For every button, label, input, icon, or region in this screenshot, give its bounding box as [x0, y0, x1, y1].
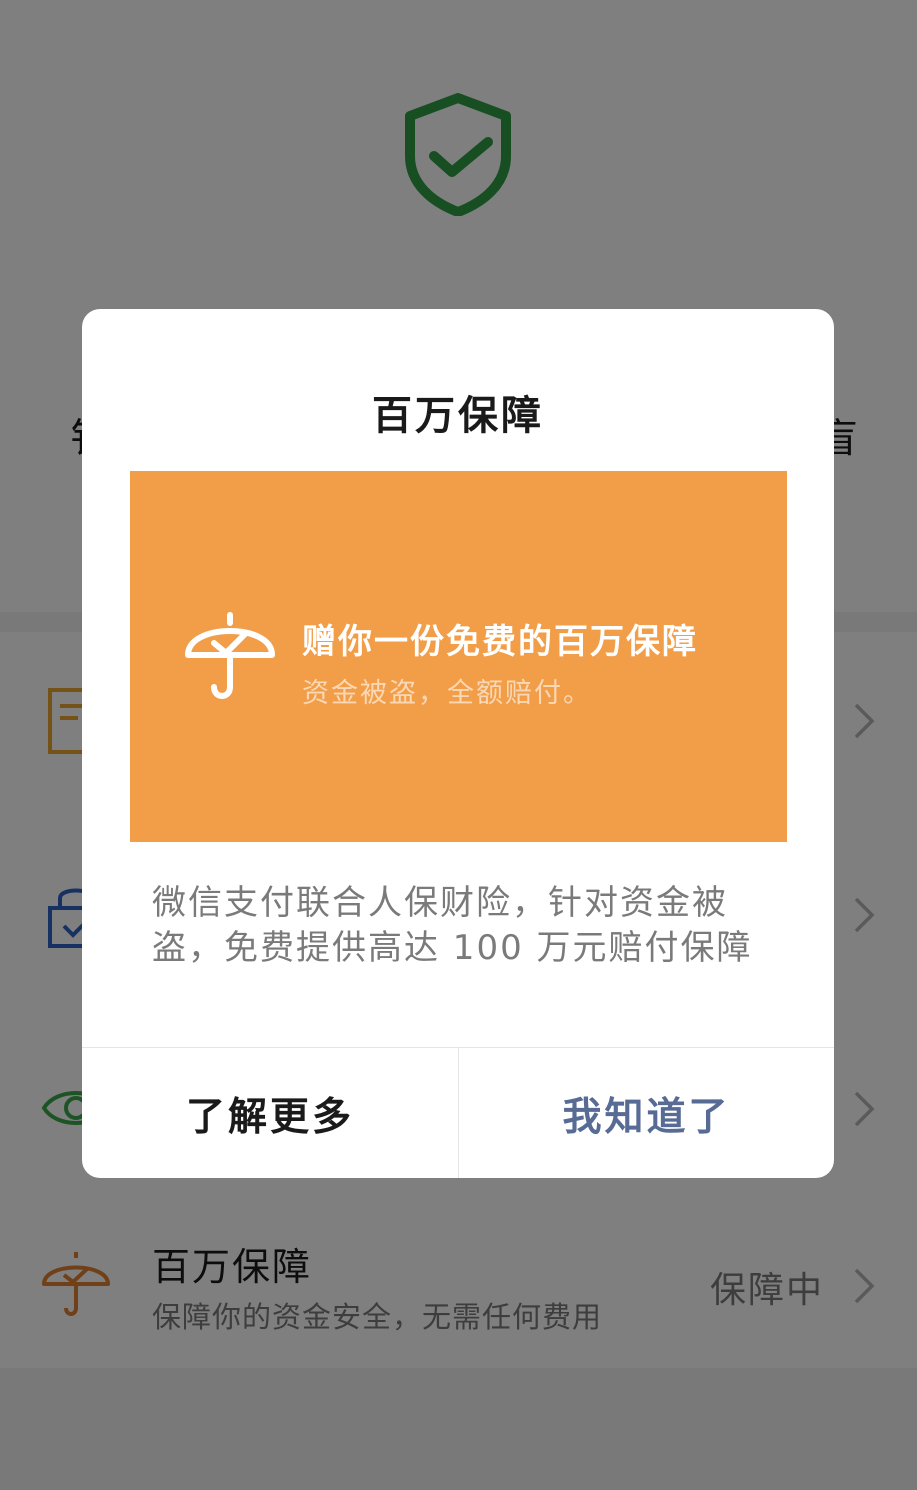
million-protection-dialog: 百万保障 赠你一份免费的百万保障 资金被盗，全额赔付。 微信支付联合人保财险，针…	[82, 309, 834, 1178]
learn-more-button[interactable]: 了解更多	[82, 1048, 458, 1178]
description-line: 盗，免费提供高达 100 万元赔付保障	[152, 928, 753, 968]
banner-subline: 资金被盗，全额赔付。	[302, 678, 592, 709]
banner-headline: 赠你一份免费的百万保障	[302, 622, 698, 662]
description-line: 微信支付联合人保财险，针对资金被	[152, 883, 728, 923]
promo-banner: 赠你一份免费的百万保障 资金被盗，全额赔付。	[130, 471, 787, 842]
dialog-description: 微信支付联合人保财险，针对资金被 盗，免费提供高达 100 万元赔付保障	[152, 881, 772, 971]
got-it-button[interactable]: 我知道了	[458, 1048, 834, 1178]
dialog-button-bar: 了解更多 我知道了	[82, 1047, 834, 1178]
umbrella-check-icon	[185, 612, 275, 699]
dialog-title: 百万保障	[372, 393, 544, 439]
